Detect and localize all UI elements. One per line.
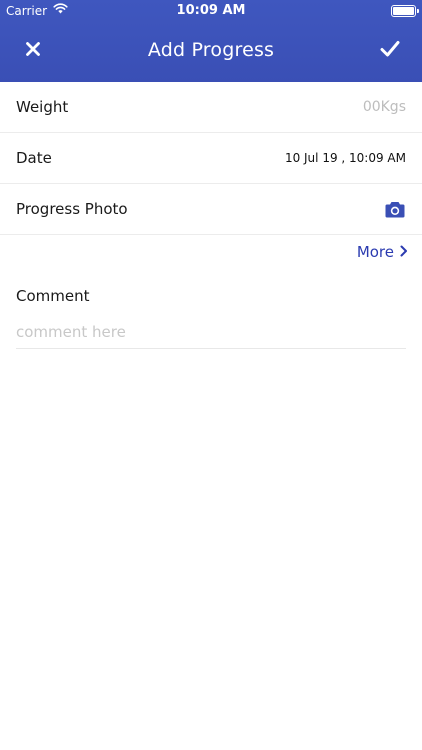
camera-icon[interactable] — [384, 199, 406, 219]
progress-photo-label: Progress Photo — [16, 200, 128, 218]
more-label: More — [356, 243, 394, 261]
chevron-right-icon — [400, 243, 408, 261]
weight-label: Weight — [16, 98, 69, 116]
comment-section: Comment — [0, 269, 422, 349]
date-row[interactable]: Date 10 Jul 19 , 10:09 AM — [0, 133, 422, 184]
weight-input[interactable]: 00Kgs — [363, 99, 406, 115]
status-bar: Carrier 10:09 AM — [0, 0, 422, 22]
comment-label: Comment — [16, 287, 90, 305]
status-time: 10:09 AM — [176, 3, 246, 18]
more-row: More — [0, 235, 422, 269]
progress-photo-row[interactable]: Progress Photo — [0, 184, 422, 235]
comment-input[interactable] — [16, 315, 406, 349]
more-button[interactable]: More — [357, 243, 408, 261]
save-button[interactable] — [376, 37, 404, 65]
date-value[interactable]: 10 Jul 19 , 10:09 AM — [285, 151, 406, 165]
navigation-bar: Add Progress — [0, 22, 422, 82]
checkmark-icon — [380, 40, 400, 62]
page-title: Add Progress — [147, 39, 275, 61]
battery-icon — [391, 5, 419, 17]
date-label: Date — [16, 149, 52, 167]
battery-level — [393, 7, 414, 15]
app-header: Carrier 10:09 AM Add Progress — [0, 0, 422, 82]
weight-row[interactable]: Weight 00Kgs — [0, 82, 422, 133]
form-content: Weight 00Kgs Date 10 Jul 19 , 10:09 AM P… — [0, 82, 422, 349]
